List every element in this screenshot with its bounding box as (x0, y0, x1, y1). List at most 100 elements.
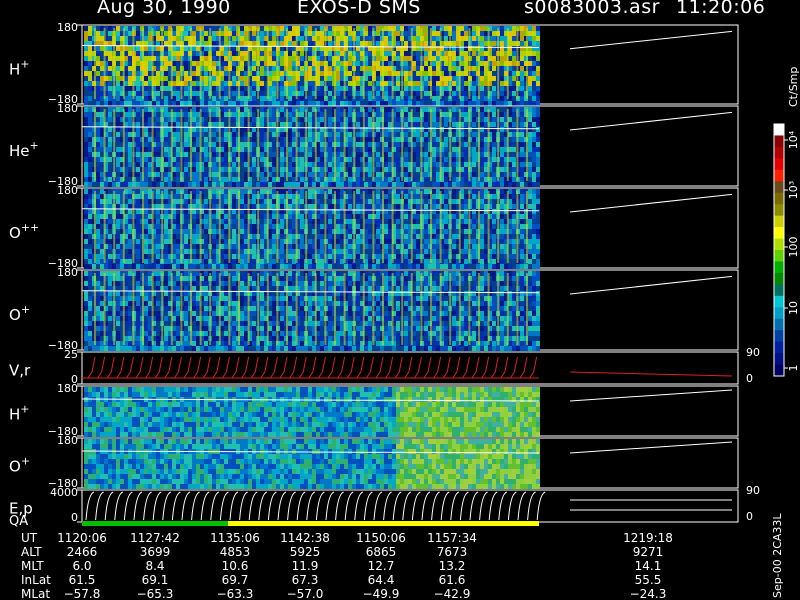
spin-stripe (343, 28, 346, 99)
spin-stripe (122, 109, 125, 181)
trace-line (569, 193, 733, 213)
spin-stripe (430, 191, 432, 263)
ephemeris-value: 61.6 (439, 573, 466, 587)
spin-stripe (401, 28, 404, 99)
axis-top-label: 180 (57, 266, 78, 279)
spin-stripe (401, 273, 404, 345)
spin-stripe (113, 273, 116, 345)
colorbar-swatch (774, 238, 784, 251)
spin-stripe (391, 191, 394, 263)
spin-stripe (103, 273, 106, 345)
ephemeris-row-label: InLat (21, 573, 51, 587)
axis-top-label: 25 (64, 348, 78, 361)
trace-line (569, 275, 733, 295)
panel-label: H+ (9, 57, 30, 78)
ephemeris-value: 1150:06 (356, 531, 406, 545)
spin-stripe (343, 109, 346, 181)
spin-stripe (151, 109, 154, 181)
spin-stripe (257, 109, 260, 181)
spin-stripe (94, 109, 96, 181)
spin-stripe (430, 28, 432, 99)
spin-stripe (113, 109, 116, 181)
velocity-trace (87, 356, 538, 379)
ephemeris-value: 4853 (220, 545, 251, 559)
spin-stripe (430, 109, 432, 181)
spin-stripe (468, 28, 471, 99)
spin-stripe (257, 273, 260, 345)
spin-stripe (257, 28, 260, 99)
spin-stripe (516, 273, 519, 345)
spin-stripe (238, 191, 240, 263)
ephemeris-value: 67.3 (292, 573, 319, 587)
ephemeris-row-label: ALT (21, 545, 42, 559)
spin-stripe (458, 109, 461, 181)
spin-stripe (391, 273, 394, 345)
colorbar-label: 10⁴ (787, 130, 800, 149)
spin-stripe (161, 273, 164, 345)
spectrogram-panel (84, 107, 540, 187)
colorbar-swatch (774, 272, 784, 285)
spin-stripe (103, 109, 106, 181)
ephemeris-value: −57.0 (287, 587, 324, 600)
spin-stripe (362, 273, 365, 345)
axis-top-label: 4000 (50, 486, 78, 499)
colorbar-swatch (774, 158, 784, 171)
spin-stripe (142, 109, 144, 181)
panel-label: O+ (9, 455, 30, 476)
spin-stripe (410, 191, 413, 263)
colorbar-swatch (774, 204, 784, 217)
colorbar-swatch (774, 353, 784, 366)
spin-stripe (190, 273, 192, 345)
qa-bar-good (82, 521, 228, 526)
ephemeris-value: −49.9 (363, 587, 400, 600)
colorbar-label: 100 (787, 237, 800, 258)
spin-stripe (526, 28, 528, 99)
colorbar-swatch (774, 284, 784, 297)
spin-stripe (190, 28, 192, 99)
ephemeris-value: −24.3 (630, 587, 667, 600)
spin-stripe (449, 109, 452, 181)
spectrogram-panel (84, 387, 540, 437)
colorbar-swatch (774, 261, 784, 274)
spin-stripe (228, 191, 231, 263)
spin-stripe (218, 191, 221, 263)
spin-stripe (439, 28, 442, 99)
spin-stripe (449, 28, 452, 99)
spin-stripe (487, 109, 490, 181)
spin-stripe (218, 273, 221, 345)
spin-stripe (209, 28, 212, 99)
ephemeris-value: 5925 (290, 545, 321, 559)
spin-stripe (458, 191, 461, 263)
ephemeris-value: 69.1 (142, 573, 169, 587)
spin-stripe (410, 28, 413, 99)
axis-top-label: 180 (57, 184, 78, 197)
spin-stripe (113, 28, 116, 99)
spin-stripe (430, 273, 432, 345)
spin-stripe (353, 109, 356, 181)
colorbar-swatch (774, 330, 784, 343)
spin-stripe (420, 273, 423, 345)
spin-stripe (391, 109, 394, 181)
spin-stripe (382, 191, 384, 263)
ephemeris-value: 10.6 (222, 559, 249, 573)
spin-stripe (410, 109, 413, 181)
spin-stripe (516, 28, 519, 99)
panel-label: O+ (9, 303, 30, 324)
spin-stripe (151, 28, 154, 99)
trace-line (569, 389, 733, 402)
spin-stripe (286, 273, 288, 345)
spin-stripe (324, 273, 327, 345)
spin-stripe (305, 191, 308, 263)
spectrogram-panel (84, 439, 540, 489)
spin-stripe (305, 28, 308, 99)
spin-stripe (468, 109, 471, 181)
ephemeris-value: −57.8 (64, 587, 101, 600)
spin-stripe (324, 191, 327, 263)
spectrogram-panel (84, 271, 540, 351)
spin-stripe (247, 109, 250, 181)
ephemeris-row-label: UT (21, 531, 38, 545)
spin-stripe (334, 28, 336, 99)
axis-top-label: 180 (57, 382, 78, 395)
qa-bar-fair (228, 521, 539, 526)
spin-stripe (449, 273, 452, 345)
